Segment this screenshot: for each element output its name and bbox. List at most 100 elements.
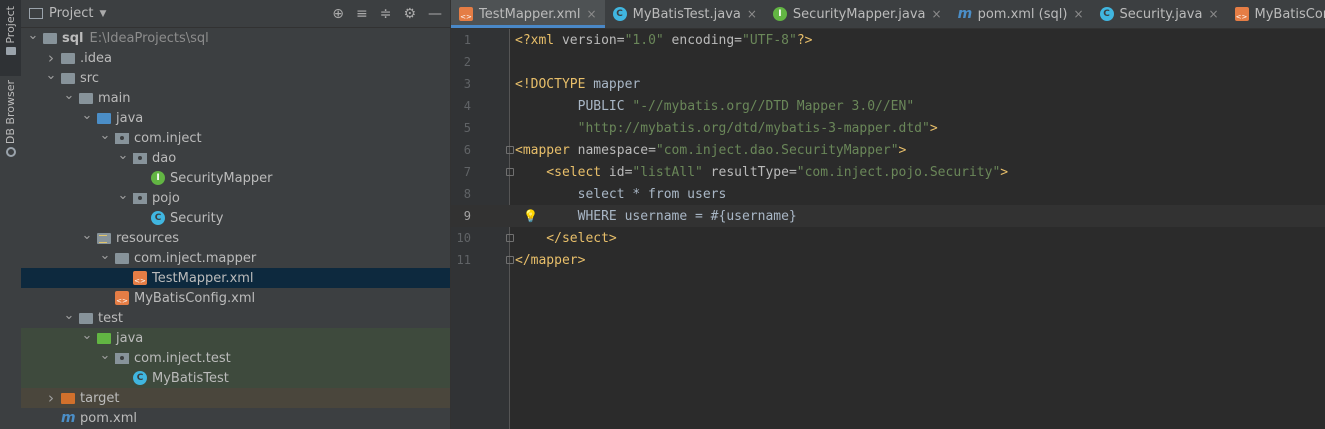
tree-item-label: resources (116, 230, 180, 246)
close-icon[interactable]: × (1073, 7, 1083, 21)
editor-tab-label: SecurityMapper.java (792, 6, 926, 22)
folder-icon (115, 253, 129, 264)
code-text: WHERE username = #{username} (515, 209, 797, 224)
chevron-down-icon[interactable]: ⌄ (81, 328, 93, 343)
close-icon[interactable]: × (932, 7, 942, 21)
code-line[interactable]: 7 <select id="listAll" resultType="com.i… (451, 161, 1325, 183)
line-number: 11 (456, 253, 471, 267)
tool-window-strip: Project DB Browser (0, 0, 22, 429)
code-line[interactable]: 9 💡 WHERE username = #{username} (451, 205, 1325, 227)
expand-all-icon[interactable]: ≡ (356, 6, 368, 22)
tree-item[interactable]: ⌄ test (21, 308, 450, 328)
editor-tab[interactable]: I SecurityMapper.java × (765, 0, 950, 28)
editor-tab[interactable]: C MyBatisTest.java × (605, 0, 765, 28)
fold-marker-icon[interactable] (506, 256, 514, 264)
code-token: "-//mybatis.org//DTD Mapper 3.0//EN" (632, 98, 915, 114)
chevron-down-icon[interactable]: ⌄ (117, 188, 129, 203)
code-token: <mapper (515, 142, 578, 158)
chevron-down-icon[interactable]: ⌄ (99, 248, 111, 263)
tree-item[interactable]: ›<>MyBatisConfig.xml (21, 288, 450, 308)
editor-tab-label: MyBatisTest.java (632, 6, 741, 22)
tree-item[interactable]: › .idea (21, 48, 450, 68)
interface-icon: I (772, 7, 787, 21)
minimize-icon[interactable]: — (428, 6, 442, 22)
code-text: <?xml version="1.0" encoding="UTF-8"?> (515, 33, 812, 48)
chevron-down-icon[interactable]: ⌄ (117, 148, 129, 163)
tree-item[interactable]: › target (21, 388, 450, 408)
editor-tab[interactable]: <> TestMapper.xml × (451, 0, 605, 28)
code-line[interactable]: 6 <mapper namespace="com.inject.dao.Secur… (451, 139, 1325, 161)
code-line[interactable]: 2 (451, 51, 1325, 73)
chevron-right-icon[interactable]: › (45, 389, 57, 407)
tree-item-label: TestMapper.xml (152, 270, 254, 286)
editor-tab-label: pom.xml (sql) (977, 6, 1068, 22)
chevron-down-icon[interactable]: ▼ (99, 9, 106, 19)
package-icon (133, 192, 147, 204)
db-browser-tool-tab[interactable]: DB Browser (0, 80, 21, 165)
tree-item[interactable]: ›CMyBatisTest (21, 368, 450, 388)
editor-tab[interactable]: <>MyBatisConfig.xml× (1227, 0, 1325, 28)
code-token: resultType= (702, 164, 797, 180)
code-line[interactable]: 10 </select> (451, 227, 1325, 249)
chevron-down-icon[interactable]: ⌄ (63, 88, 75, 103)
tree-item[interactable]: ›CSecurity (21, 208, 450, 228)
tree-item[interactable]: ⌄ com.inject (21, 128, 450, 148)
tree-item[interactable]: ⌄ java (21, 328, 450, 348)
tree-item[interactable]: ›<>TestMapper.xml (21, 268, 450, 288)
package-icon (115, 132, 129, 144)
tree-item-label: pojo (152, 190, 180, 206)
tree-item[interactable]: ⌄ com.inject.test (21, 348, 450, 368)
project-panel: Project ▼ ⊕ ≡ ≑ ⚙ — ⌄ sql E:\IdeaProjects\… (21, 0, 450, 429)
collapse-all-icon[interactable]: ≑ (380, 6, 392, 22)
code-area[interactable]: 1 <?xml version="1.0" encoding="UTF-8"?> 2… (451, 29, 1325, 429)
code-token: ?> (796, 32, 813, 48)
code-token: "1.0" (624, 32, 664, 48)
chevron-down-icon[interactable]: ⌄ (63, 308, 75, 323)
code-line[interactable]: 3 <!DOCTYPE mapper (451, 73, 1325, 95)
editor-tab[interactable]: C Security.java × (1092, 0, 1227, 28)
chevron-down-icon[interactable]: ⌄ (27, 28, 39, 43)
code-token: <?xml (515, 32, 562, 48)
fold-marker-icon[interactable] (506, 234, 514, 242)
code-line[interactable]: 5 "http://mybatis.org/dtd/mybatis-3-mapp… (451, 117, 1325, 139)
project-tool-label: Project (4, 6, 17, 44)
tree-item[interactable]: ⌄ main (21, 88, 450, 108)
tree-item-label: com.inject (134, 130, 202, 146)
tree-item[interactable]: ›ISecurityMapper (21, 168, 450, 188)
code-text: <select id="listAll" resultType="com.inj… (515, 165, 1008, 180)
fold-marker-icon[interactable] (506, 168, 514, 176)
chevron-down-icon[interactable]: ⌄ (99, 348, 111, 363)
code-line[interactable]: 11 </mapper> (451, 249, 1325, 271)
tree-item[interactable]: ⌄ resources (21, 228, 450, 248)
tree-item[interactable]: ›mpom.xml (21, 408, 450, 428)
tree-item[interactable]: ⌄ com.inject.mapper (21, 248, 450, 268)
locate-file-icon[interactable]: ⊕ (332, 6, 344, 22)
chevron-right-icon[interactable]: › (45, 49, 57, 67)
code-line[interactable]: 1 <?xml version="1.0" encoding="UTF-8"?> (451, 29, 1325, 51)
chevron-down-icon[interactable]: ⌄ (81, 108, 93, 123)
folder-icon (5, 46, 16, 55)
tree-item[interactable]: ⌄ pojo (21, 188, 450, 208)
chevron-down-icon[interactable]: ⌄ (45, 68, 57, 83)
source-folder-icon (97, 113, 111, 124)
close-icon[interactable]: × (747, 7, 757, 21)
editor-tab-label: Security.java (1119, 6, 1203, 22)
project-tool-tab[interactable]: Project (0, 0, 21, 76)
tree-item[interactable]: ⌄ dao (21, 148, 450, 168)
chevron-down-icon[interactable]: ⌄ (81, 228, 93, 243)
editor-tab[interactable]: m pom.xml (sql) × (950, 0, 1092, 28)
tree-item[interactable]: ⌄ java (21, 108, 450, 128)
maven-icon: m (61, 410, 76, 426)
gear-icon[interactable]: ⚙ (403, 6, 416, 22)
tree-item-label: SecurityMapper (170, 170, 273, 186)
project-panel-title[interactable]: Project (49, 6, 93, 21)
close-icon[interactable]: × (1208, 7, 1218, 21)
code-line[interactable]: 8 select * from users (451, 183, 1325, 205)
code-line[interactable]: 4 PUBLIC "-//mybatis.org//DTD Mapper 3.0… (451, 95, 1325, 117)
chevron-down-icon[interactable]: ⌄ (99, 128, 111, 143)
tree-item[interactable]: ⌄ src (21, 68, 450, 88)
fold-marker-icon[interactable] (506, 146, 514, 154)
tree-item-label: src (80, 70, 99, 86)
tree-item[interactable]: ⌄ sql E:\IdeaProjects\sql (21, 28, 450, 48)
close-icon[interactable]: × (587, 7, 597, 21)
